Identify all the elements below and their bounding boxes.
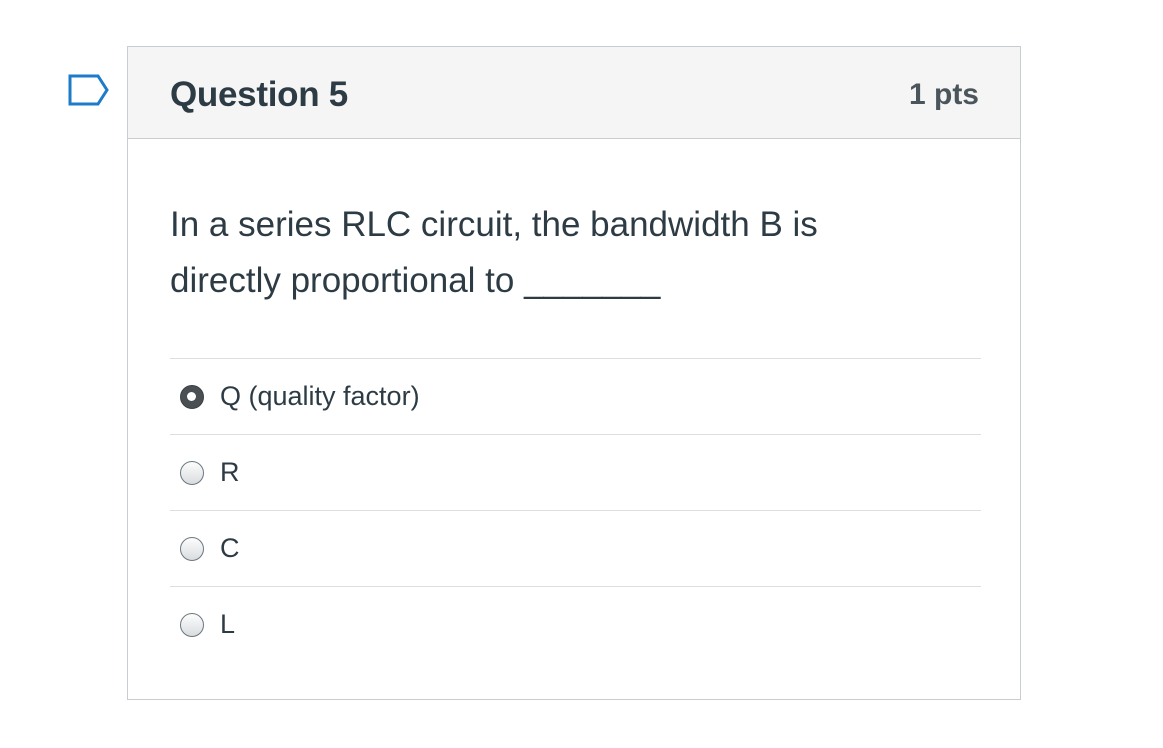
radio-button[interactable] [180, 460, 204, 485]
radio-button-selected[interactable] [180, 384, 204, 409]
radio-button[interactable] [180, 536, 204, 561]
answer-label: R [220, 457, 240, 487]
answer-label: C [220, 533, 240, 563]
question-title: Question 5 [170, 75, 348, 114]
answer-option-r[interactable]: R [170, 435, 981, 511]
answer-label: Q (quality factor) [220, 381, 420, 411]
radio-button[interactable] [180, 612, 204, 637]
question-card: Question 5 1 pts In a series RLC circuit… [127, 46, 1021, 700]
question-points: 1 pts [908, 78, 979, 111]
answer-option-c[interactable]: C [170, 511, 981, 587]
answer-label: L [220, 609, 236, 639]
question-text: In a series RLC circuit, the bandwidth B… [170, 205, 818, 300]
question-header: Question 5 1 pts [128, 47, 1020, 139]
answer-option-q[interactable]: Q (quality factor) [170, 359, 981, 435]
answer-option-l[interactable]: L [170, 587, 981, 662]
flag-question-icon[interactable] [68, 74, 110, 106]
answer-list: Q (quality factor) R C L [170, 358, 981, 662]
